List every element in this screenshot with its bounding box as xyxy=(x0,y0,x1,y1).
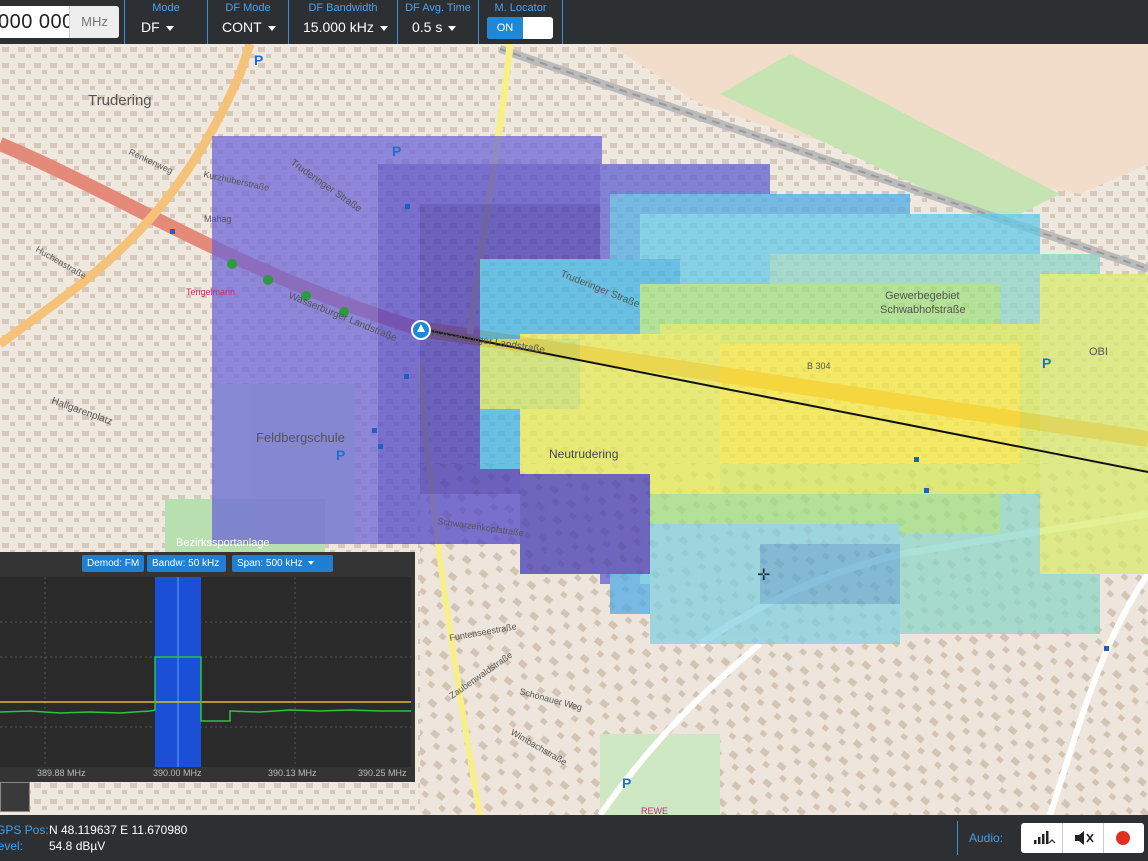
freq-label-3: 390.13 MHz xyxy=(268,768,317,778)
audio-level-button[interactable] xyxy=(1021,823,1063,853)
spectrum-plot[interactable] xyxy=(0,577,411,767)
chevron-down-icon xyxy=(165,25,174,31)
mute-button[interactable] xyxy=(1062,823,1104,853)
parking-icon: P xyxy=(1042,355,1051,371)
spectrum-panel: Demod: FM Bandw: 50 kHz Span: 500 kHz 38… xyxy=(0,552,415,782)
freq-label-2: 390.00 MHz xyxy=(153,768,202,778)
parking-icon: P xyxy=(336,447,345,463)
level-value: 54.8 dBµV xyxy=(49,839,106,853)
df-avg-time-value[interactable]: 0.5 s xyxy=(412,19,442,35)
m-locator-toggle[interactable]: ON xyxy=(487,17,553,39)
label-feldbergschule: Feldbergschule xyxy=(256,430,345,445)
label-mahag: Mahag xyxy=(204,214,232,224)
parking-icon: P xyxy=(392,143,401,159)
parking-icon: P xyxy=(254,52,263,68)
audio-label: Audio: xyxy=(969,831,1004,845)
signal-bars-icon xyxy=(1034,831,1056,844)
parking-icon: P xyxy=(622,775,631,791)
top-toolbar: 000 000 MHz Mode DF DF Mode CONT DF Band… xyxy=(0,0,1148,44)
freq-label-1: 389.88 MHz xyxy=(37,768,86,778)
park-south xyxy=(600,734,720,815)
spectrum-trace xyxy=(0,656,411,722)
status-bar: GPS Pos: N 48.119637 E 11.670980 Level: … xyxy=(0,815,1148,861)
chevron-down-icon xyxy=(307,561,314,566)
toggle-on-state[interactable]: ON xyxy=(487,17,523,39)
gps-pos-label: GPS Pos: xyxy=(0,823,49,837)
label-obi: OBI xyxy=(1089,346,1108,358)
bandwidth-button[interactable]: Bandw: 50 kHz xyxy=(147,555,226,572)
span-label[interactable]: Span: 500 kHz xyxy=(237,558,303,569)
record-button[interactable] xyxy=(1103,823,1144,853)
df-mode-select[interactable]: DF Mode CONT xyxy=(207,0,288,44)
position-marker[interactable] xyxy=(411,320,431,340)
df-mode-value[interactable]: CONT xyxy=(222,19,262,35)
freq-label-4: 390.25 MHz xyxy=(358,768,407,778)
df-avg-time-label: DF Avg. Time xyxy=(405,2,471,14)
label-schwabhofstrasse: Schwabhofstraße xyxy=(880,304,966,316)
frequency-unit: MHz xyxy=(69,6,119,38)
label-b304: B 304 xyxy=(807,361,831,371)
frequency-input[interactable]: 000 000 MHz xyxy=(0,6,119,38)
df-mode-label: DF Mode xyxy=(225,2,271,14)
demod-button[interactable]: Demod: FM xyxy=(82,555,144,572)
label-rewe: REWE xyxy=(641,806,668,815)
df-avg-time-select[interactable]: DF Avg. Time 0.5 s xyxy=(397,0,478,44)
level-label: Level: xyxy=(0,839,24,853)
map-control-button[interactable] xyxy=(0,782,30,812)
label-bezirkssportanlage: Bezirkssportanlage xyxy=(176,537,270,549)
m-locator-control: M. Locator ON xyxy=(478,0,563,44)
chevron-down-icon xyxy=(267,25,276,31)
mode-select[interactable]: Mode DF xyxy=(124,0,207,44)
mode-label: Mode xyxy=(152,2,180,14)
gps-pos-value: N 48.119637 E 11.670980 xyxy=(49,823,188,837)
label-tengelmann: Tengelmann xyxy=(186,287,235,297)
df-bandwidth-value[interactable]: 15.000 kHz xyxy=(303,19,374,35)
chevron-down-icon xyxy=(379,25,388,31)
m-locator-label: M. Locator xyxy=(494,2,547,14)
mode-value[interactable]: DF xyxy=(141,19,160,35)
label-trudering: Trudering xyxy=(88,92,152,109)
df-bandwidth-select[interactable]: DF Bandwidth 15.000 kHz xyxy=(288,0,397,44)
chevron-down-icon xyxy=(448,25,457,31)
crosshair-icon: ✛ xyxy=(757,565,770,584)
audio-controls xyxy=(1021,823,1144,853)
span-dropdown[interactable]: Span: 500 kHz xyxy=(232,555,333,572)
frequency-value[interactable]: 000 000 xyxy=(0,11,74,34)
record-icon xyxy=(1116,831,1130,845)
mute-icon xyxy=(1075,831,1094,845)
df-bandwidth-label: DF Bandwidth xyxy=(308,2,378,14)
audio-separator xyxy=(957,821,958,855)
spectrum-grid xyxy=(0,577,411,767)
label-gewerbegebiet: Gewerbegebiet xyxy=(885,290,960,302)
label-neutrudering: Neutrudering xyxy=(549,447,618,461)
